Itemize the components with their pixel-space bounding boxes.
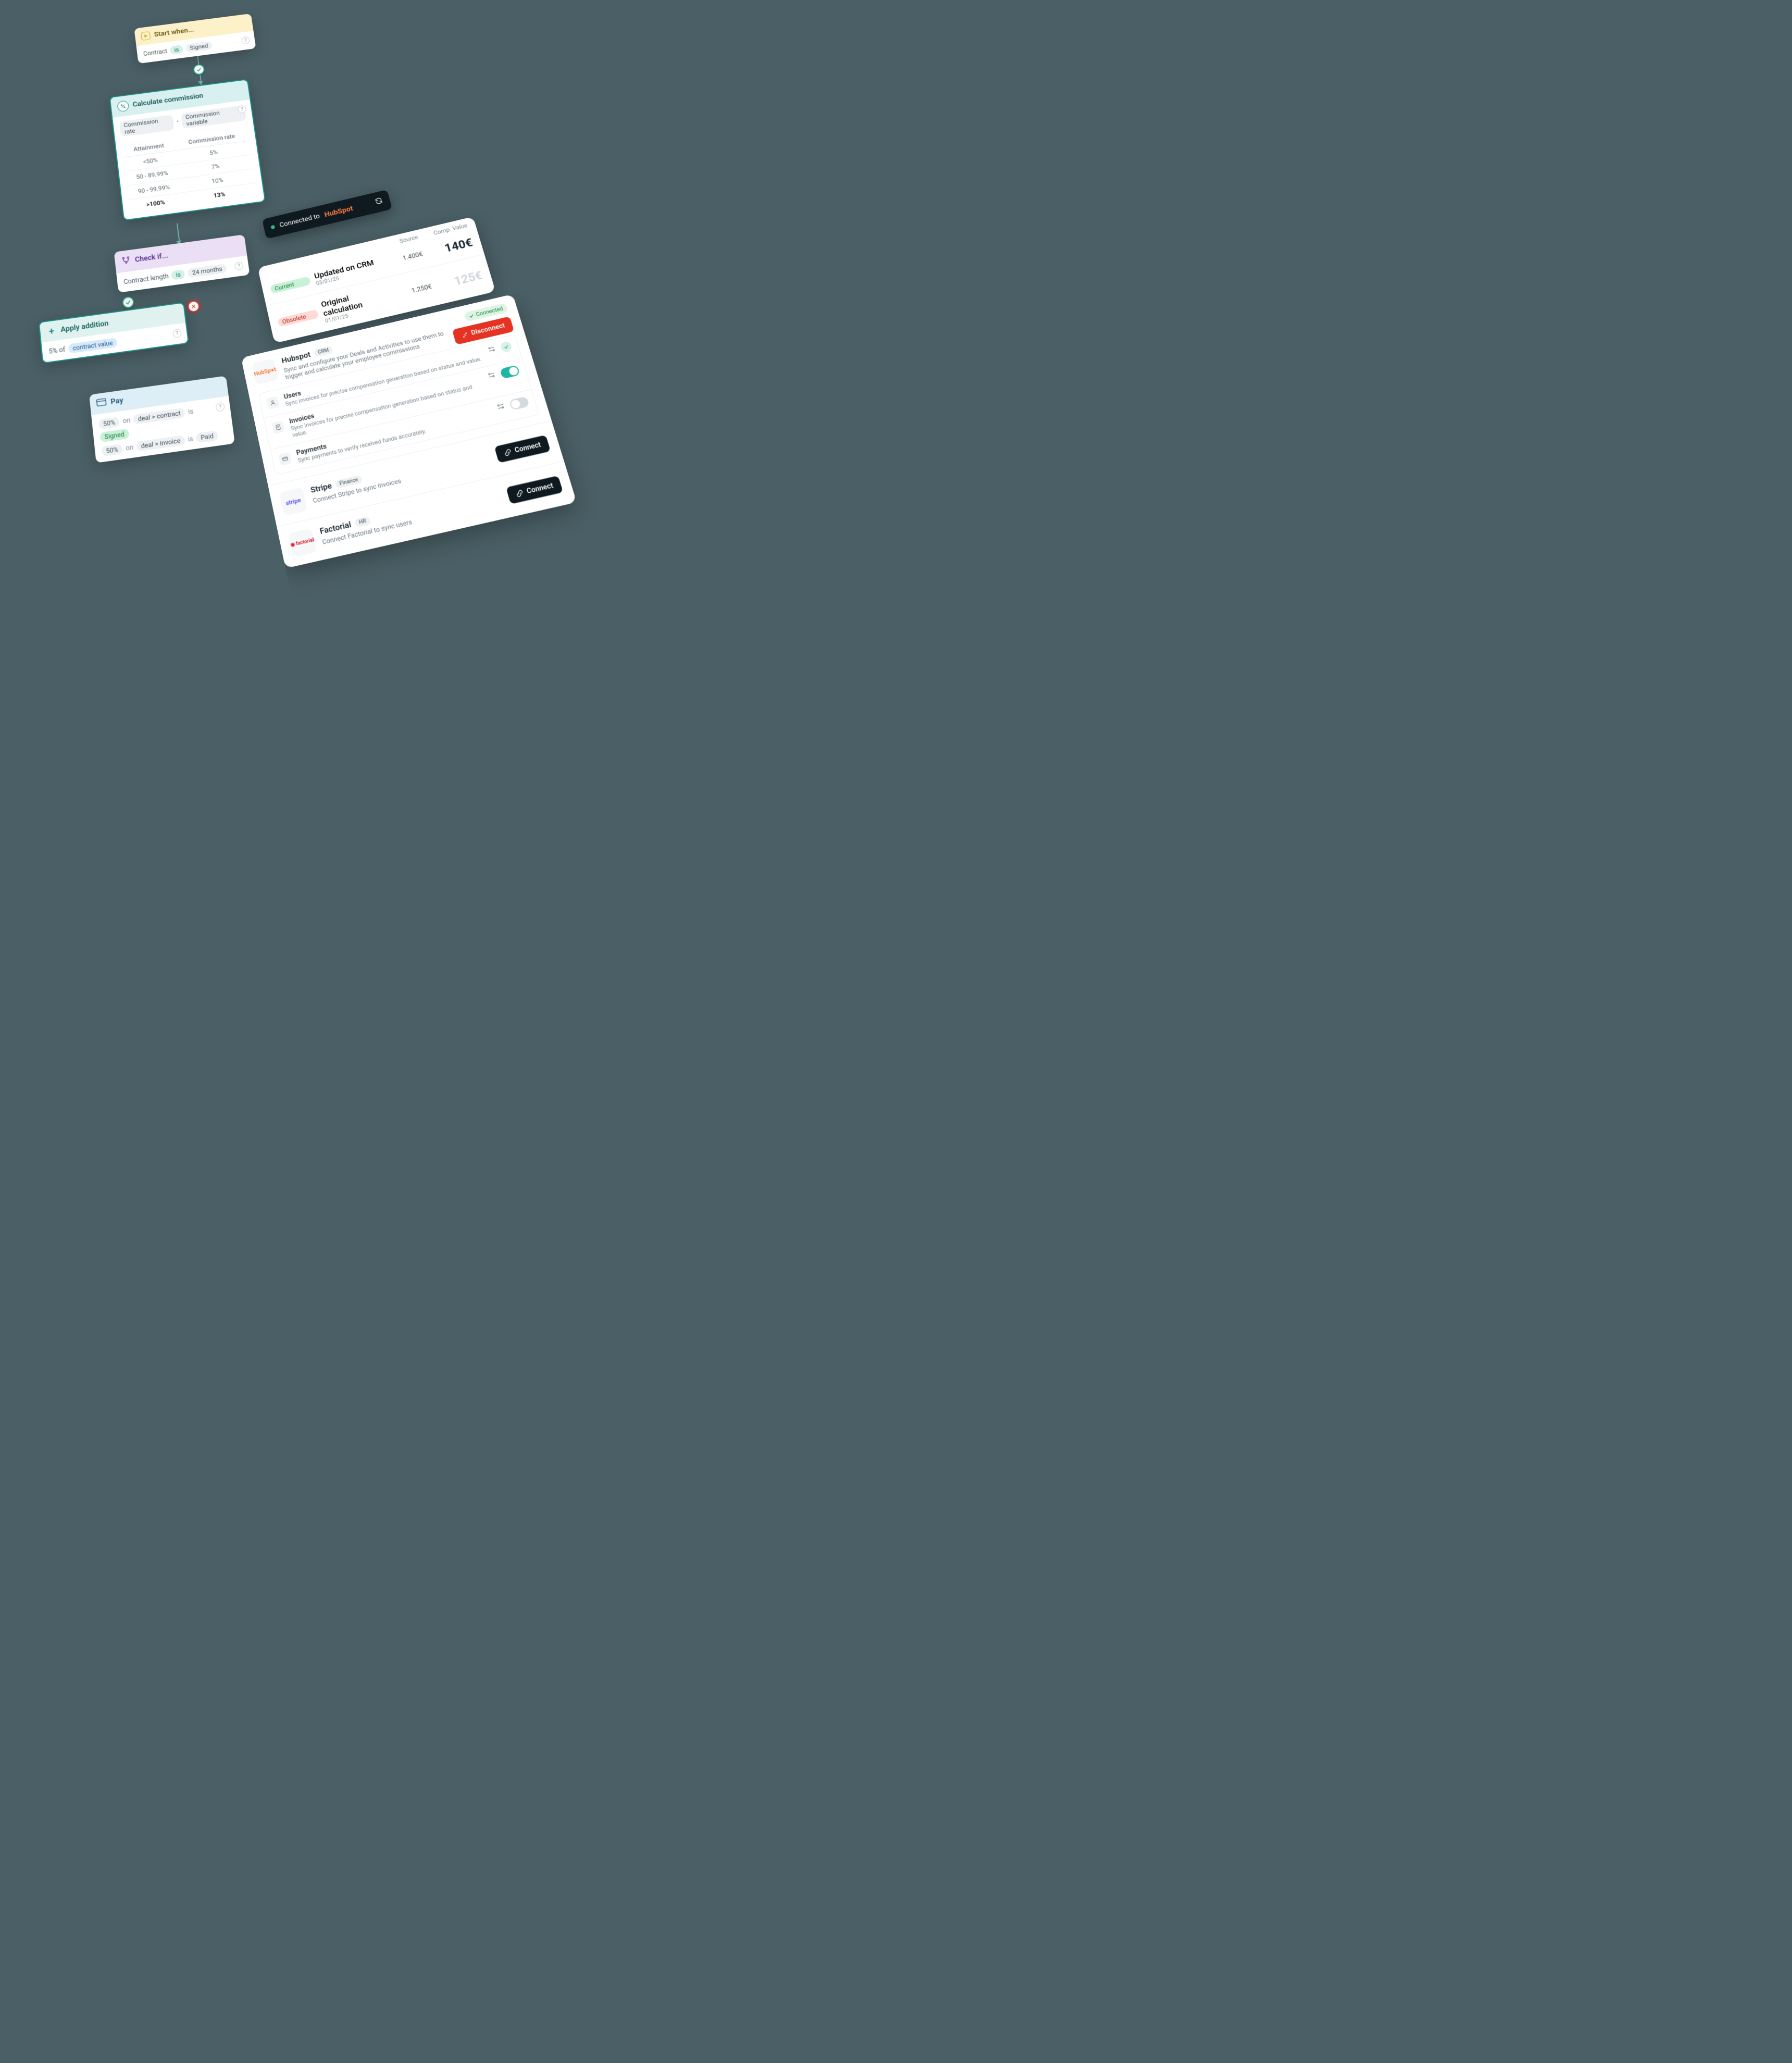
pay-title: Pay [110,396,124,406]
percentage-icon [117,100,129,112]
card-icon [278,452,292,466]
branch-false-icon [187,300,200,313]
creditcard-icon [96,398,107,409]
apply-node[interactable]: + Apply addition ? 5% of contract value [39,302,189,364]
play-icon [141,31,151,41]
refresh-icon[interactable] [374,196,384,207]
settings-icon[interactable] [495,402,507,414]
document-icon [271,420,285,434]
help-icon[interactable]: ? [215,402,225,412]
integration-factorial: Connect ◉ factorial Factorial HR Connect… [277,462,577,568]
pay-node[interactable]: Pay ? 50% on deal > contract is Signed 5… [89,376,235,463]
start-title: Start when... [154,26,194,39]
plus-icon: + [46,326,57,336]
checkif-title: Check if... [134,252,168,264]
sync-row-payments: Payments Sync payments to verify receive… [271,390,539,475]
hubspot-logo: HubSpot [323,204,354,219]
connected-banner: Connected to HubSpot [262,190,392,239]
branch-true-icon [122,296,135,309]
settings-icon[interactable] [486,344,497,356]
toggle-invoices[interactable] [500,365,520,379]
integrations-panel: Connected Disconnect HubSp●t Hubspot CRM… [241,294,577,568]
integration-stripe: Connect stripe Stripe Finance Connect St… [268,421,564,527]
connector-check-icon [193,64,205,75]
calc-title: Calculate commission [132,92,204,108]
apply-title: Apply addition [60,319,109,334]
hubspot-logo-icon: HubSp●t [252,358,278,385]
connect-button-factorial[interactable]: Connect [506,476,563,504]
comp-row-current: Current Updated on CRM 03/01/25 1.400€ 1… [260,227,484,306]
branch-icon [121,255,132,267]
check-icon [500,341,513,353]
help-icon[interactable]: ? [172,329,182,338]
start-node[interactable]: Start when... ? Contract is Signed [134,14,256,64]
calculate-node[interactable]: Calculate commission ? Commission rate •… [109,79,266,221]
integration-hubspot: Connected Disconnect HubSp●t Hubspot CRM… [241,294,552,486]
help-icon[interactable]: ? [234,262,244,271]
stripe-logo-icon: stripe [279,487,307,516]
status-dot-icon [270,225,275,230]
checkif-node[interactable]: Check if... ? Contract length is 24 mont… [114,234,250,293]
multiply-icon: • [176,118,179,125]
toggle-payments[interactable] [509,396,530,410]
factorial-logo-icon: ◉ factorial [288,528,317,557]
settings-icon[interactable] [486,370,497,382]
connect-button-stripe[interactable]: Connect [494,435,551,463]
user-icon [266,396,280,409]
pay-line-2: 50% on deal > invoice is Paid [101,429,228,457]
commission-table: Attainment Commission rate <50%5% 50 - 8… [122,128,258,214]
